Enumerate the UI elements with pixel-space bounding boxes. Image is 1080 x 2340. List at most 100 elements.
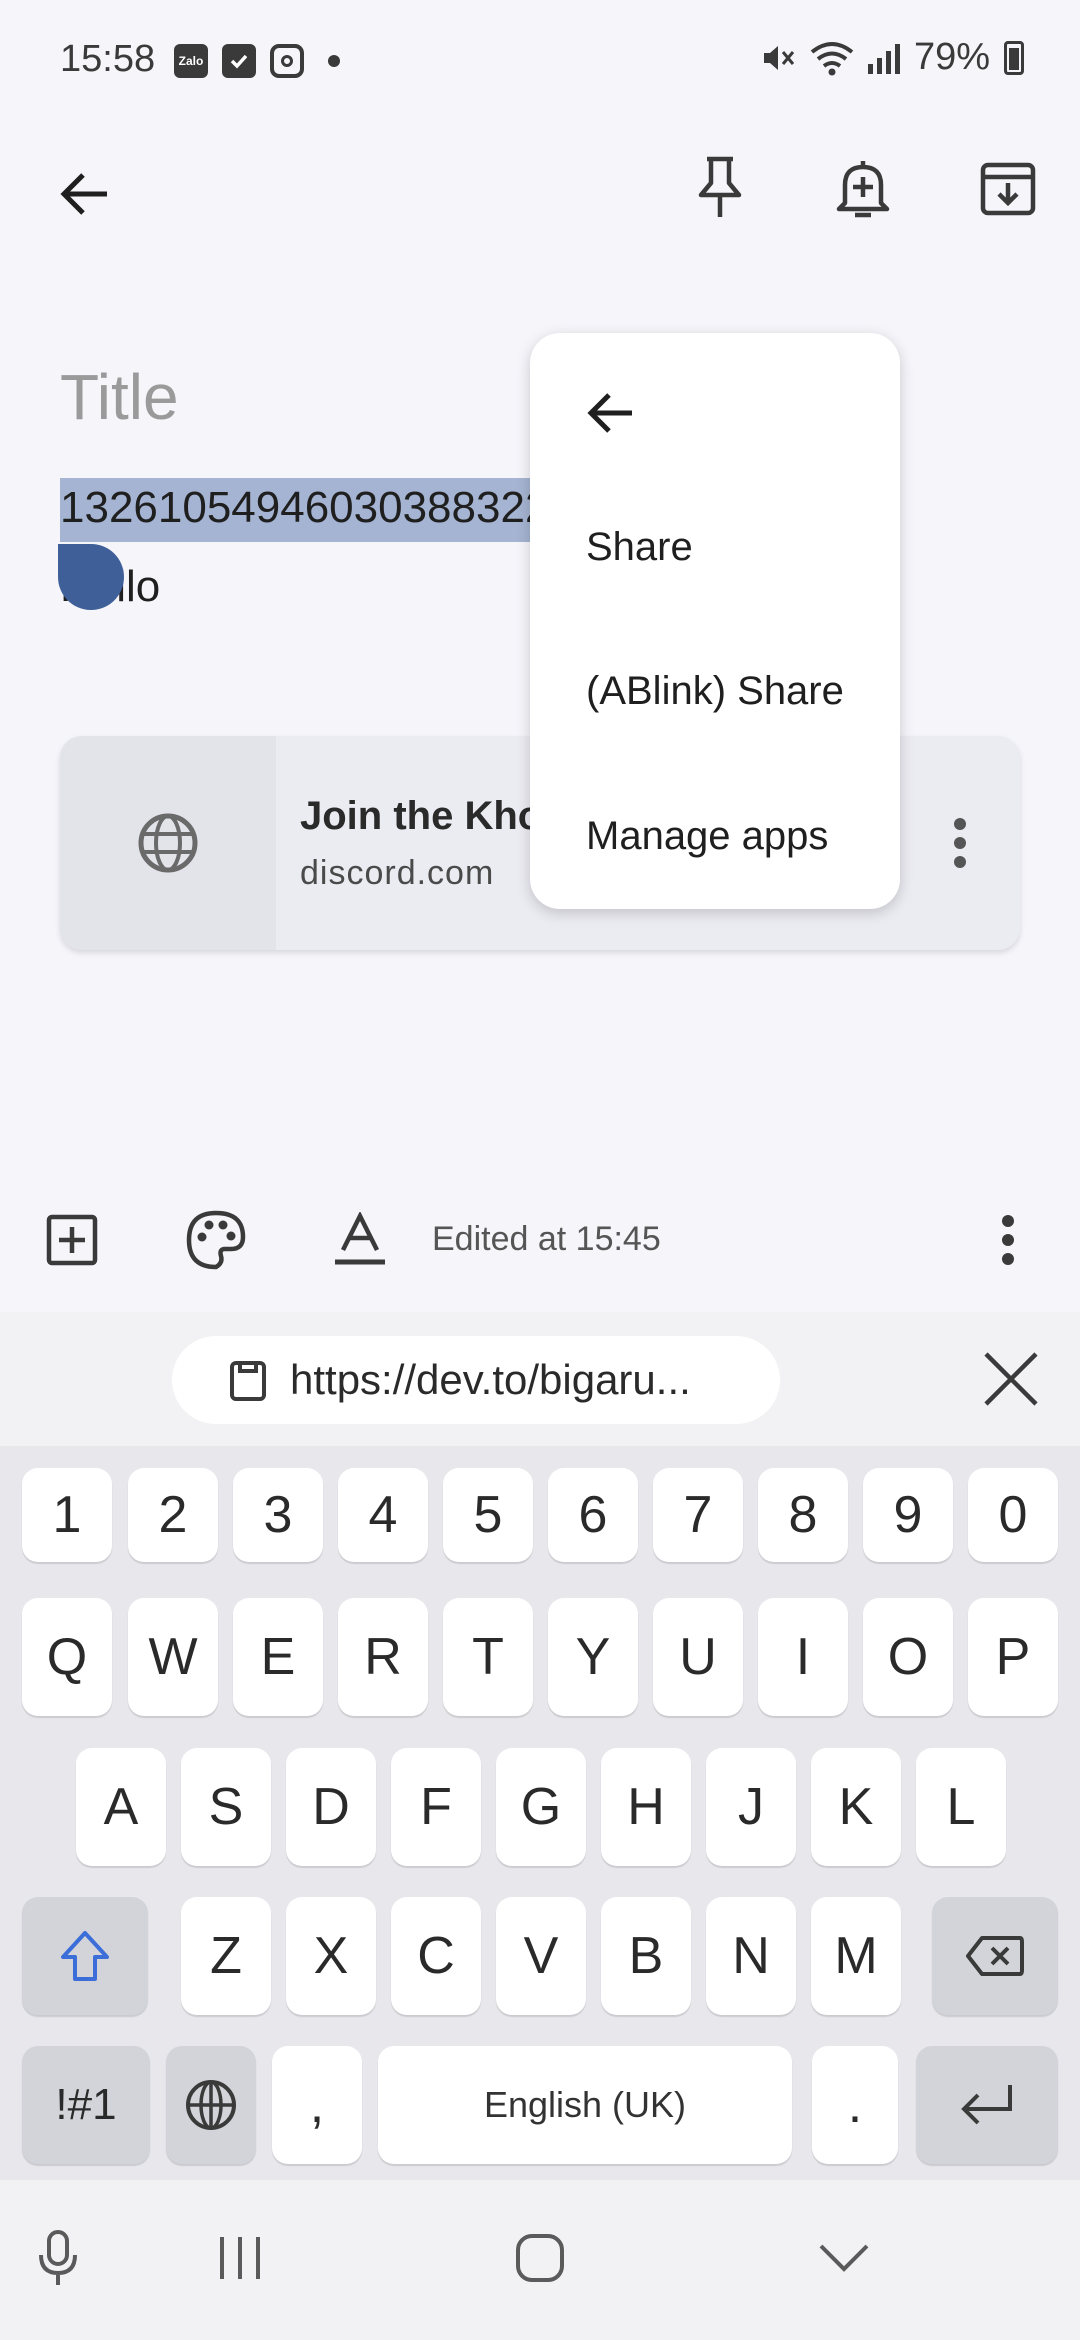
language-key[interactable] [166,2046,256,2164]
key-1[interactable]: 1 [22,1468,112,1562]
key-q[interactable]: Q [22,1598,112,1716]
note-body-line: Hello [60,557,530,616]
battery-percent: 79% [913,36,990,78]
key-z[interactable]: Z [181,1897,271,2015]
clipboard-icon [230,1361,266,1401]
dot-icon [328,55,340,67]
key-x[interactable]: X [286,1897,376,2015]
key-3[interactable]: 3 [233,1468,323,1562]
key-t[interactable]: T [443,1598,533,1716]
key-n[interactable]: N [706,1897,796,2015]
key-p[interactable]: P [968,1598,1058,1716]
selection-handle[interactable] [58,544,124,610]
space-key[interactable]: English (UK) [378,2046,792,2164]
key-2[interactable]: 2 [128,1468,218,1562]
clipboard-close-button[interactable] [976,1344,1046,1414]
key-f[interactable]: F [391,1748,481,1866]
note-body-input[interactable]: 13261054946030388322 Hello [60,478,530,617]
key-0[interactable]: 0 [968,1468,1058,1562]
key-m[interactable]: M [811,1897,901,2015]
key-k[interactable]: K [811,1748,901,1866]
palette-icon [186,1210,246,1270]
clipboard-chip[interactable]: https://dev.to/bigaru... [172,1336,780,1424]
menu-item-manage-apps[interactable]: Manage apps [586,814,828,859]
key-7[interactable]: 7 [653,1468,743,1562]
key-l[interactable]: L [916,1748,1006,1866]
shift-icon [61,1931,109,1981]
key-9[interactable]: 9 [863,1468,953,1562]
close-icon [984,1352,1038,1406]
pin-button[interactable] [672,140,768,236]
note-title-input[interactable]: Title [60,360,179,434]
share-popup-menu: Share (ABlink) Share Manage apps [530,333,900,909]
keyboard: 1 2 3 4 5 6 7 8 9 0 Q W E R T Y U I O P … [0,1446,1080,2180]
more-options-button[interactable] [960,1192,1056,1288]
status-bar: 15:58 Zalo 79% [0,0,1080,120]
back-button[interactable] [36,146,132,242]
shift-key[interactable] [22,1897,148,2015]
popup-back-button[interactable] [570,373,650,453]
key-b[interactable]: B [601,1897,691,2015]
enter-icon [961,2085,1012,2125]
menu-item-ablink-share[interactable]: (ABlink) Share [586,669,844,714]
key-j[interactable]: J [706,1748,796,1866]
reminder-icon [836,161,890,218]
backspace-key[interactable] [932,1897,1058,2015]
voice-input-button[interactable] [10,2210,106,2306]
key-r[interactable]: R [338,1598,428,1716]
enter-key[interactable] [916,2046,1058,2164]
more-vert-icon [1002,1215,1014,1265]
link-url: discord.com [300,854,495,892]
add-box-icon [46,1214,98,1266]
key-o[interactable]: O [863,1598,953,1716]
symbols-key[interactable]: !#1 [22,2046,150,2164]
key-y[interactable]: Y [548,1598,638,1716]
comma-key[interactable]: , [272,2046,362,2164]
add-content-button[interactable] [24,1192,120,1288]
key-h[interactable]: H [601,1748,691,1866]
zalo-icon: Zalo [174,44,208,78]
status-time: 15:58 [60,38,156,80]
key-u[interactable]: U [653,1598,743,1716]
archive-icon [980,162,1036,216]
archive-button[interactable] [960,140,1056,236]
home-icon [516,2234,564,2282]
key-5[interactable]: 5 [443,1468,533,1562]
link-more-button[interactable] [930,806,990,880]
key-d[interactable]: D [286,1748,376,1866]
recents-button[interactable] [192,2210,288,2306]
key-i[interactable]: I [758,1598,848,1716]
globe-icon [186,2080,236,2130]
mute-icon [763,45,795,70]
wifi-icon [810,41,854,75]
more-vert-icon [954,818,966,868]
text-format-icon [335,1212,385,1265]
mic-icon [39,2230,77,2285]
checkbox-icon [222,44,256,78]
key-4[interactable]: 4 [338,1468,428,1562]
note-selected-text: 13261054946030388322 [60,478,530,542]
key-c[interactable]: C [391,1897,481,2015]
globe-icon [138,813,198,873]
key-6[interactable]: 6 [548,1468,638,1562]
home-button[interactable] [492,2210,588,2306]
instagram-icon [270,44,304,78]
key-8[interactable]: 8 [758,1468,848,1562]
key-a[interactable]: A [76,1748,166,1866]
palette-button[interactable] [168,1192,264,1288]
hide-keyboard-button[interactable] [796,2210,892,2306]
key-s[interactable]: S [181,1748,271,1866]
link-thumbnail [60,736,276,950]
menu-item-share[interactable]: Share [586,525,693,570]
reminder-button[interactable] [815,140,911,236]
key-g[interactable]: G [496,1748,586,1866]
key-v[interactable]: V [496,1897,586,2015]
clipboard-text: https://dev.to/bigaru... [290,1356,691,1403]
text-format-button[interactable] [312,1192,408,1288]
key-e[interactable]: E [233,1598,323,1716]
navigation-bar [0,2180,1080,2340]
period-key[interactable]: . [812,2046,898,2164]
pin-icon [698,156,742,217]
back-arrow-icon [60,173,107,215]
key-w[interactable]: W [128,1598,218,1716]
